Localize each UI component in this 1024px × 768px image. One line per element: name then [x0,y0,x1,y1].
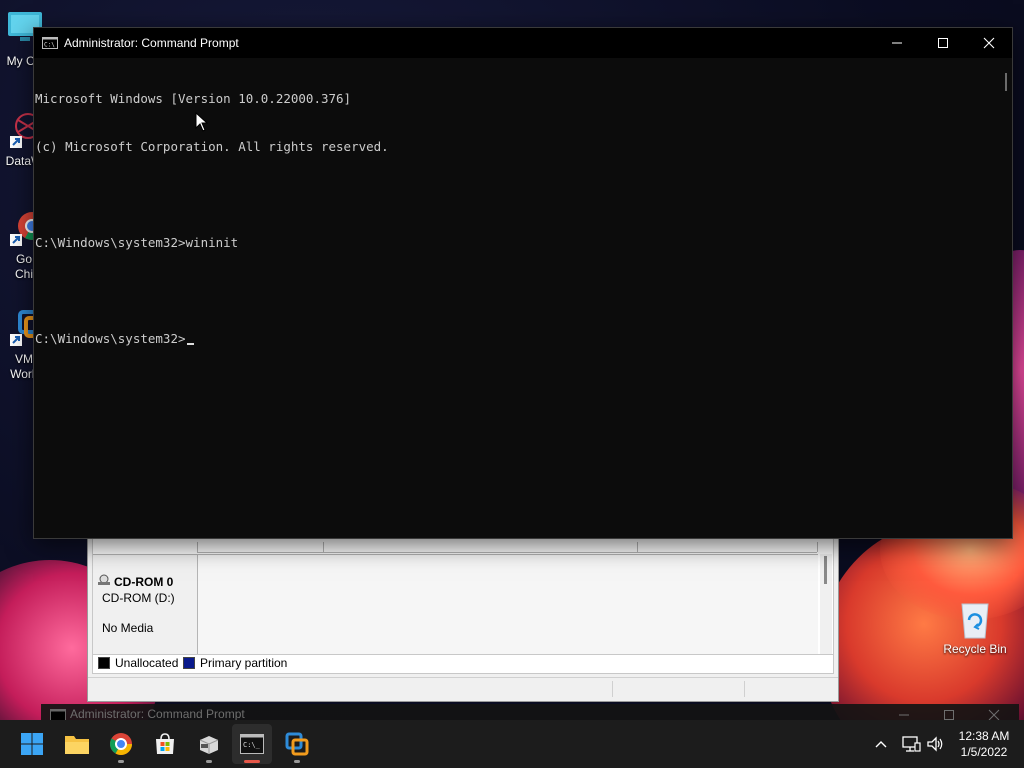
taskbar: C:\_ 12:38 AM 1/5/2022 [0,720,1024,768]
maximize-button[interactable] [920,28,966,58]
disk-pane-scrollbar[interactable] [820,554,832,654]
disk-graphical-pane: CD-ROM 0 CD-ROM (D:) No Media [92,535,834,655]
console-output[interactable]: Microsoft Windows [Version 10.0.22000.37… [34,59,1000,537]
cmd-scrollbar[interactable] [1000,59,1012,537]
scrollbar-thumb[interactable] [1005,73,1007,91]
running-indicator [206,760,212,763]
network-icon [902,736,921,752]
desktop-icon-label: Recycle Bin [943,642,1007,656]
disk-title: CD-ROM 0 [98,574,173,589]
windows-start-icon [21,733,43,755]
svg-text:C:\_: C:\_ [243,741,261,749]
folder-icon [65,736,89,754]
mouse-pointer-icon [195,112,209,132]
legend-primary-partition: Primary partition [183,656,287,670]
close-button[interactable] [966,28,1012,58]
text-cursor [186,343,194,345]
volume-button[interactable] [926,720,944,768]
legend-swatch-unallocated [98,657,110,669]
inactive-window-title: Administrator: Command Prompt [70,707,245,721]
cmd-titlebar[interactable]: C:\ Administrator: Command Prompt [34,28,1012,58]
taskbar-chrome[interactable] [101,724,141,764]
recycle-bin-icon [955,598,995,639]
chrome-icon [110,733,132,755]
clock-date: 1/5/2022 [960,745,1008,759]
disk-legend: Unallocated Primary partition [92,654,834,674]
taskbar-microsoft-store[interactable] [145,724,185,764]
show-hidden-icons-button[interactable] [873,720,889,768]
disk-management-statusbar [88,677,838,700]
disk-info-cell[interactable]: CD-ROM 0 CD-ROM (D:) No Media [93,554,198,655]
console-line: C:\Windows\system32>wininit [35,235,239,250]
volume-strip [197,542,818,553]
taskbar-app-installer[interactable] [189,724,229,764]
console-prompt-line[interactable]: C:\Windows\system32> [35,331,1000,347]
cmd-icon: C:\ [42,37,58,49]
legend-swatch-primary [183,657,195,669]
close-icon [983,37,995,49]
clock-button[interactable]: 12:38 AM 1/5/2022 [950,728,1018,760]
disk-volume-area[interactable] [198,554,818,655]
minimize-button[interactable] [874,28,920,58]
maximize-icon [938,38,948,48]
window-title: Administrator: Command Prompt [64,36,239,50]
minimize-icon [892,42,902,44]
console-prompt: C:\Windows\system32> [35,331,186,346]
disk-management-window: CD-ROM 0 CD-ROM (D:) No Media Unallocate… [87,530,839,702]
taskbar-file-explorer[interactable] [57,724,97,764]
desktop-icon-recycle-bin[interactable]: Recycle Bin [939,598,1011,657]
legend-unallocated: Unallocated [98,656,178,670]
store-icon [156,733,174,754]
disk-media-status: No Media [102,621,154,635]
start-button[interactable] [12,724,52,764]
console-line: Microsoft Windows [Version 10.0.22000.37… [35,91,352,106]
console-line: (c) Microsoft Corporation. All rights re… [35,139,389,154]
svg-text:C:\: C:\ [44,42,55,49]
running-indicator [118,760,124,763]
cmd-icon: C:\_ [240,734,264,754]
taskbar-command-prompt[interactable]: C:\_ [232,724,272,764]
installer-icon [199,736,219,754]
disk-type: CD-ROM (D:) [102,591,175,605]
network-button[interactable] [901,720,921,768]
command-prompt-window[interactable]: C:\ Administrator: Command Prompt Micros… [33,27,1013,539]
running-indicator [294,760,300,763]
vmware-icon [285,732,309,756]
clock-time: 12:38 AM [958,729,1010,743]
cd-rom-icon [98,574,110,585]
taskbar-vmware[interactable] [277,724,317,764]
volume-icon [927,736,943,752]
chevron-up-icon [875,741,887,748]
active-indicator [244,760,260,763]
